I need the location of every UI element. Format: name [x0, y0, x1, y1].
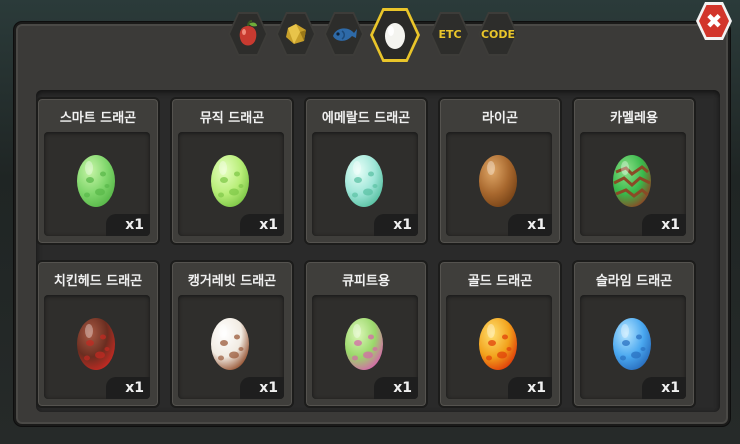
item-slot: x1 [446, 132, 552, 236]
item-quantity: x1 [642, 377, 686, 399]
item-slot: x1 [178, 295, 284, 399]
item-name: 에메랄드 드래곤 [321, 111, 411, 126]
egg-item-card[interactable]: 큐피트용 x1 [304, 260, 428, 408]
item-name: 골드 드래곤 [467, 274, 533, 289]
item-slot: x1 [580, 295, 686, 399]
item-quantity: x1 [508, 214, 552, 236]
egg-icon [613, 155, 651, 207]
egg-icon [211, 155, 249, 207]
item-quantity: x1 [374, 214, 418, 236]
close-icon: ✖ [699, 5, 729, 37]
fruit-tab[interactable] [228, 12, 268, 56]
item-quantity: x1 [106, 214, 150, 236]
egg-icon [479, 318, 517, 370]
egg-item-card[interactable]: 에메랄드 드래곤 x1 [304, 97, 428, 245]
egg-item-card[interactable]: 골드 드래곤 x1 [438, 260, 562, 408]
egg-icon [345, 155, 383, 207]
egg-item-card[interactable]: 치킨헤드 드래곤 x1 [36, 260, 160, 408]
item-name: 치킨헤드 드래곤 [53, 274, 143, 289]
egg-icon [613, 318, 651, 370]
item-name: 슬라임 드래곤 [595, 274, 673, 289]
ore-icon [286, 24, 306, 44]
item-slot: x1 [312, 295, 418, 399]
item-name: 라이곤 [482, 111, 518, 126]
item-slot: x1 [44, 132, 150, 236]
item-slot: x1 [312, 132, 418, 236]
egg-icon [77, 318, 115, 370]
egg-item-card[interactable]: 뮤직 드래곤 x1 [170, 97, 294, 245]
egg-icon [211, 318, 249, 370]
etc-tab-label: ETC [438, 27, 462, 41]
egg-item-card[interactable]: 스마트 드래곤 x1 [36, 97, 160, 245]
item-quantity: x1 [240, 377, 284, 399]
item-name: 스마트 드래곤 [59, 111, 137, 126]
egg-tab[interactable] [370, 8, 420, 62]
fruit-icon [239, 20, 257, 46]
egg-icon [479, 155, 517, 207]
category-tab-bar: ETC CODE [226, 4, 526, 62]
code-tab[interactable]: CODE [478, 12, 518, 56]
item-name: 캥거레빗 드래곤 [187, 274, 277, 289]
item-quantity: x1 [240, 214, 284, 236]
item-name: 뮤직 드래곤 [199, 111, 265, 126]
fish-icon [333, 28, 357, 41]
item-quantity: x1 [508, 377, 552, 399]
ore-tab[interactable] [276, 12, 316, 56]
egg-item-card[interactable]: 슬라임 드래곤 x1 [572, 260, 696, 408]
item-quantity: x1 [106, 377, 150, 399]
egg-icon [385, 23, 405, 49]
egg-item-card[interactable]: 라이곤 x1 [438, 97, 562, 245]
item-slot: x1 [580, 132, 686, 236]
item-name: 큐피트용 [342, 274, 390, 289]
item-quantity: x1 [642, 214, 686, 236]
egg-item-card[interactable]: 캥거레빗 드래곤 x1 [170, 260, 294, 408]
etc-tab[interactable]: ETC [430, 12, 470, 56]
code-tab-label: CODE [480, 27, 516, 41]
item-slot: x1 [44, 295, 150, 399]
egg-icon [345, 318, 383, 370]
egg-item-card[interactable]: 카멜레용 x1 [572, 97, 696, 245]
item-quantity: x1 [374, 377, 418, 399]
item-name: 카멜레용 [610, 111, 658, 126]
egg-icon [77, 155, 115, 207]
fish-tab[interactable] [324, 12, 364, 56]
item-slot: x1 [178, 132, 284, 236]
item-slot: x1 [446, 295, 552, 399]
